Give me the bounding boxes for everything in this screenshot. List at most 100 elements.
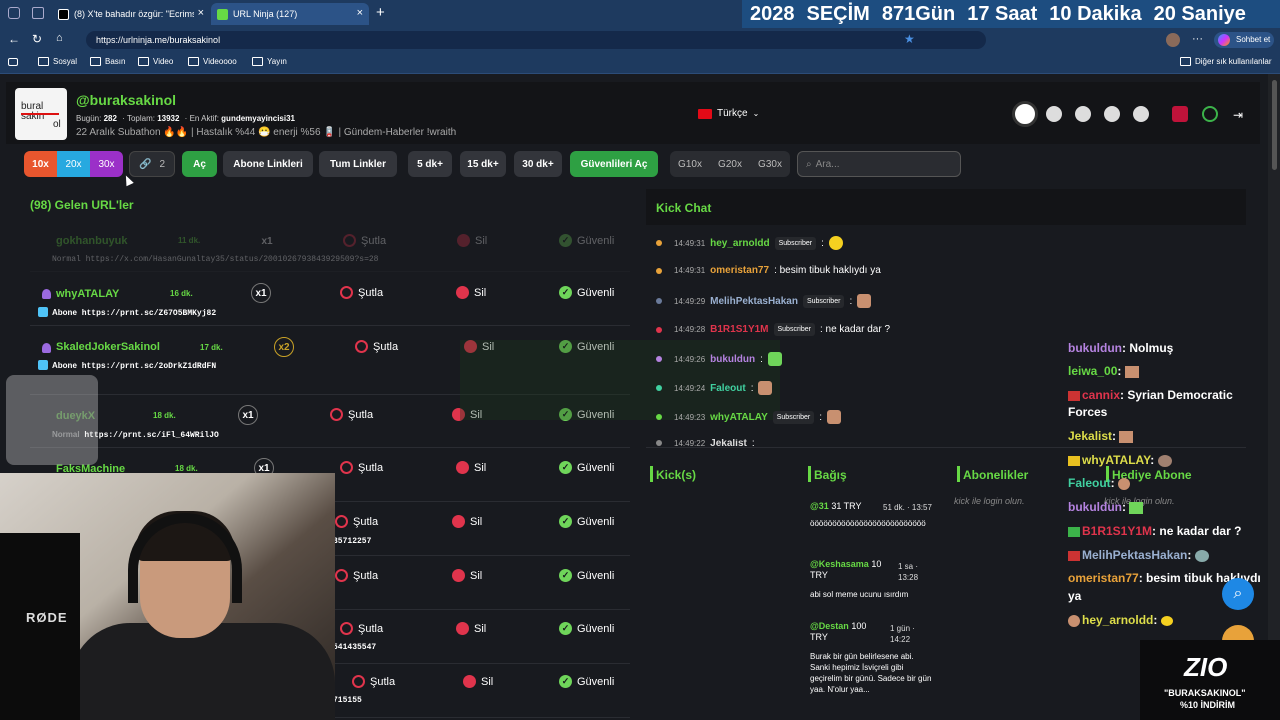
row-link[interactable]: 541435547 xyxy=(333,643,376,652)
bookmark-folder[interactable]: Yayın xyxy=(252,57,287,66)
ban-button[interactable]: Şutla xyxy=(340,461,383,474)
more-icon[interactable]: ··· xyxy=(1192,33,1203,45)
row-link[interactable]: Abone https://prnt.sc/Z67O5BMKyj82 xyxy=(52,308,216,318)
subscriber-links-button[interactable]: Abone Linkleri xyxy=(223,151,313,177)
chat-user[interactable]: MelihPektasHakan xyxy=(710,296,798,307)
filter-15min-button[interactable]: 15 dk+ xyxy=(460,151,506,177)
row-link[interactable]: 35712257 xyxy=(333,537,371,546)
ban-button[interactable]: Şutla xyxy=(330,408,373,421)
ban-button[interactable]: Şutla xyxy=(340,286,383,299)
favorite-star-icon[interactable]: ★ xyxy=(904,32,915,46)
countdown-seconds-unit: Saniye xyxy=(1181,2,1246,25)
row-link[interactable]: Normal https://x.com/HasanGunaltay35/sta… xyxy=(52,255,378,264)
table-row[interactable]: gokhanbuyuk 11 dk. x1 Şutla Sil ✓ Güvenli… xyxy=(30,226,630,272)
bookmark-folder[interactable]: Sosyal xyxy=(38,57,77,66)
youtube-icon[interactable] xyxy=(1104,106,1120,122)
other-bookmarks[interactable]: Diğer sık kullanılanlar xyxy=(1180,57,1271,66)
safe-button[interactable]: ✓ Güvenli xyxy=(559,515,614,528)
g10x-button[interactable]: G10x xyxy=(678,159,702,170)
g30x-button[interactable]: G30x xyxy=(758,159,782,170)
chat-user[interactable]: omeristan77 xyxy=(710,265,769,276)
donation-item: @31 31 TRY 51 dk. · 13:57 öööööööööööööö… xyxy=(810,501,935,529)
tab-url-ninja[interactable]: URL Ninja (127) × xyxy=(211,3,369,25)
g20x-button[interactable]: G20x xyxy=(718,159,742,170)
subscriptions-heading: Abonelikler xyxy=(956,466,1029,482)
bookmark-folder[interactable]: Videoooo xyxy=(188,57,237,66)
language-select[interactable]: Türkçe ⌄ xyxy=(698,108,759,119)
safe-button[interactable]: ✓ Güvenli xyxy=(559,286,614,299)
delete-button[interactable]: Sil xyxy=(456,622,486,635)
safe-button[interactable]: ✓ Güvenli xyxy=(559,461,614,474)
close-icon[interactable]: × xyxy=(357,7,363,19)
close-icon[interactable]: × xyxy=(198,7,204,19)
row-username[interactable]: SkaledJokerSakinol xyxy=(56,341,160,353)
discord-icon[interactable] xyxy=(1133,106,1149,122)
safe-button[interactable]: ✓ Güvenli xyxy=(559,569,614,582)
chat-user[interactable]: Jekalist xyxy=(710,439,747,447)
delete-button[interactable]: Sil xyxy=(463,675,493,688)
safe-button[interactable]: ✓ Güvenli xyxy=(559,622,614,635)
bookmark-folder[interactable]: Basın xyxy=(90,57,125,66)
chat-user[interactable]: Faleout xyxy=(710,383,746,394)
delete-button[interactable]: Sil xyxy=(452,569,482,582)
workspaces-icon[interactable] xyxy=(32,7,44,19)
safe-button[interactable]: ✓ Güvenli xyxy=(559,675,614,688)
kick-icon[interactable] xyxy=(1172,106,1188,122)
play-icon[interactable] xyxy=(1202,106,1218,122)
emote-icon xyxy=(1157,454,1172,467)
chat-user[interactable]: hey_arnoldd xyxy=(710,238,769,249)
multiplier-20x-button[interactable]: 20x xyxy=(57,151,90,177)
ban-button[interactable]: Şutla xyxy=(355,340,398,353)
logout-icon[interactable]: ⇥ xyxy=(1233,108,1243,122)
instagram-icon[interactable] xyxy=(1075,106,1091,122)
filter-30min-button[interactable]: 30 dk+ xyxy=(514,151,562,177)
tab-twitter[interactable]: (8) X'te bahadır özgür: "Ecrimsil cə × xyxy=(52,3,210,25)
twitter-icon[interactable] xyxy=(1046,106,1062,122)
delete-button[interactable]: Sil xyxy=(457,234,487,247)
table-row[interactable]: whyATALAY 16 dk. x1 Şutla Sil ✓ Güvenli A… xyxy=(30,273,630,326)
countdown-label: SEÇİM xyxy=(806,2,870,25)
tab-actions-icon[interactable] xyxy=(8,7,20,19)
overlay-user: cannix xyxy=(1082,388,1121,402)
ban-button[interactable]: Şutla xyxy=(335,569,378,582)
ban-button[interactable]: Şutla xyxy=(343,234,386,247)
delete-button[interactable]: Sil xyxy=(456,286,486,299)
ban-button[interactable]: Şutla xyxy=(340,622,383,635)
chat-user[interactable]: bukuldun xyxy=(710,354,755,365)
row-link[interactable]: Abone https://prnt.sc/2oDrkZ1dRdFN xyxy=(52,361,216,371)
search-fab-button[interactable]: ⌕ xyxy=(1222,578,1254,610)
row-link[interactable]: 715155 xyxy=(333,696,362,705)
refresh-icon[interactable]: ↻ xyxy=(32,32,42,46)
row-username[interactable]: whyATALAY xyxy=(56,288,119,300)
scrollbar[interactable] xyxy=(1268,74,1280,720)
home-icon[interactable]: ⌂ xyxy=(56,32,63,44)
back-icon[interactable]: ← xyxy=(8,32,20,46)
bookmark-folder[interactable]: Video xyxy=(138,57,173,66)
delete-button[interactable]: Sil xyxy=(452,515,482,528)
address-bar[interactable]: https://urlninja.me/buraksakinol xyxy=(86,31,986,49)
multiplier-30x-button[interactable]: 30x xyxy=(90,151,123,177)
all-links-button[interactable]: Tum Linkler xyxy=(319,151,397,177)
collections-icon[interactable] xyxy=(8,58,18,66)
avatar[interactable] xyxy=(1166,33,1180,47)
delete-button[interactable]: Sil xyxy=(456,461,486,474)
search-input[interactable]: ⌕ Ara... xyxy=(797,151,961,177)
ban-button[interactable]: Şutla xyxy=(335,515,378,528)
ban-button[interactable]: Şutla xyxy=(352,675,395,688)
chat-user[interactable]: whyATALAY xyxy=(710,412,768,423)
user-icon xyxy=(42,289,51,299)
overlay-user: leiwa_00 xyxy=(1068,364,1118,378)
dribbble-icon[interactable] xyxy=(1012,101,1038,127)
row-username[interactable]: gokhanbuyuk xyxy=(56,235,128,247)
open-button[interactable]: Aç xyxy=(182,151,217,177)
safe-label: Güvenli xyxy=(577,234,615,247)
link-count-input[interactable]: 🔗 2 xyxy=(129,151,175,177)
multiplier-10x-button[interactable]: 10x xyxy=(24,151,57,177)
safe-button[interactable]: ✓ Güvenli xyxy=(559,234,614,247)
chat-user[interactable]: B1R1S1Y1M xyxy=(710,324,768,335)
open-safe-button[interactable]: Güvenlileri Aç xyxy=(570,151,658,177)
new-tab-button[interactable]: + xyxy=(376,4,385,21)
filter-5min-button[interactable]: 5 dk+ xyxy=(408,151,452,177)
copilot-button[interactable]: Sohbet et xyxy=(1214,32,1274,48)
safe-label: Güvenli xyxy=(577,675,615,688)
